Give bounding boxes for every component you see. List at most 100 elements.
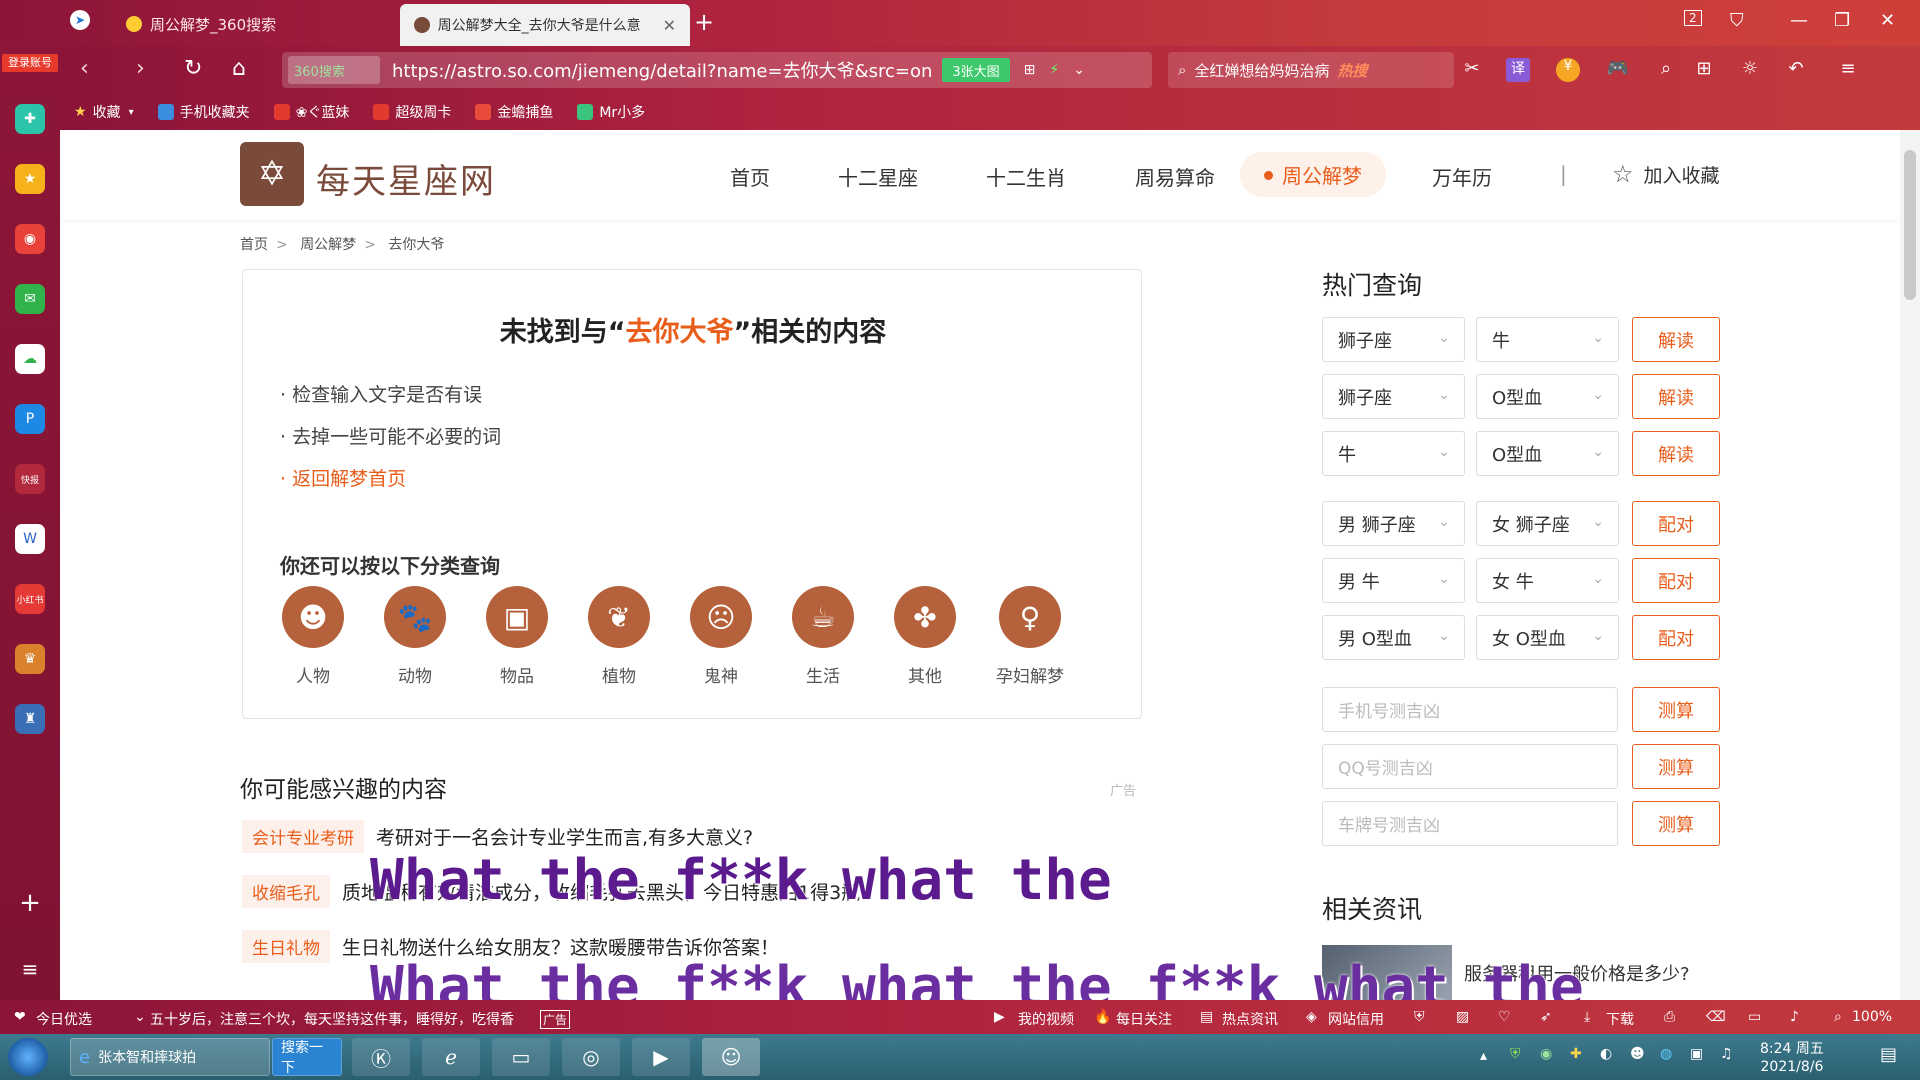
select-sign-a[interactable]: 狮子座 ⌄ — [1322, 317, 1465, 362]
red-app-icon[interactable]: 小红书 — [15, 584, 45, 614]
close-window-icon[interactable]: ✕ — [1880, 10, 1895, 31]
ticker-text[interactable]: 五十岁后，注意三个坎，每天坚持这件事，睡得好，吃得香 — [150, 1009, 514, 1029]
taskbar-search-button[interactable]: 搜索一下 — [272, 1038, 342, 1076]
select-blood-b[interactable]: O型血 ⌄ — [1476, 431, 1619, 476]
select-female-animal[interactable]: 女 牛 ⌄ — [1476, 558, 1619, 603]
interpret-button[interactable]: 解读 — [1632, 317, 1720, 362]
360-browser-icon[interactable]: ◎ — [562, 1038, 620, 1076]
login-account-button[interactable]: 登录账号 — [2, 54, 58, 72]
favorites-star-icon[interactable]: ★ — [15, 164, 45, 194]
site-credit-link[interactable]: 网站信用 — [1328, 1009, 1384, 1029]
images-badge[interactable]: 3张大图 — [942, 58, 1010, 82]
word-doc-icon[interactable]: W — [15, 524, 45, 554]
game-taskbar-icon[interactable]: ☺ — [702, 1038, 760, 1076]
tab-360-search[interactable]: 周公解梦_360搜索 — [112, 4, 290, 44]
select-male-sign[interactable]: 男 狮子座 ⌄ — [1322, 501, 1465, 546]
weibo-icon[interactable]: ◉ — [15, 224, 45, 254]
nav-home[interactable]: 首页 — [730, 162, 770, 191]
back-to-dream-home-link[interactable]: · 返回解梦首页 — [280, 464, 406, 491]
category-other[interactable]: ✤ 其他 — [880, 586, 970, 687]
category-ghost[interactable]: ☹ 鬼神 — [676, 586, 766, 687]
add-icon[interactable]: + — [15, 888, 45, 918]
bookmark-fishing[interactable]: 金蟾捕鱼 — [475, 102, 553, 122]
new-tab-button[interactable]: + — [694, 10, 714, 34]
nav-zodiac[interactable]: 十二星座 — [838, 162, 918, 191]
scrollbar-thumb[interactable] — [1904, 150, 1916, 300]
forward-icon[interactable]: › — [136, 56, 145, 81]
calculate-button[interactable]: 测算 — [1632, 744, 1720, 789]
clean-icon[interactable]: ⌫ — [1706, 1009, 1726, 1025]
tray-chat-icon[interactable]: ☻ — [1630, 1046, 1645, 1062]
apps-grid-icon[interactable]: ⊞ — [1692, 58, 1716, 82]
tray-360-icon[interactable]: ◉ — [1540, 1046, 1552, 1062]
tray-expand-icon[interactable]: ▴ — [1480, 1048, 1487, 1064]
gamepad-icon[interactable]: 🎮 — [1606, 58, 1630, 82]
close-icon[interactable]: ✕ — [663, 16, 676, 35]
select-blood-b[interactable]: O型血 ⌄ — [1476, 374, 1619, 419]
hot-news-link[interactable]: 热点资讯 — [1222, 1009, 1278, 1029]
notification-icon[interactable]: ▤ — [1880, 1044, 1897, 1065]
bookmark-bluemei[interactable]: ❀ぐ蓝妹 — [273, 102, 349, 122]
sound-icon[interactable]: ♪ — [1790, 1009, 1799, 1025]
coin-icon[interactable]: ¥ — [1556, 58, 1580, 82]
system-clock[interactable]: 8:24 周五 2021/8/6 — [1760, 1040, 1824, 1076]
game2-app-icon[interactable]: ♜ — [15, 704, 45, 734]
url-text[interactable]: https://astro.so.com/jiemeng/detail?name… — [392, 57, 932, 83]
menu-list-icon[interactable]: ≡ — [15, 954, 45, 984]
category-plant[interactable]: ❦ 植物 — [574, 586, 664, 687]
nav-dream[interactable]: 周公解梦 — [1240, 152, 1386, 197]
grid-icon[interactable]: ⊞ — [1024, 62, 1036, 78]
video-player-icon[interactable]: ▶ — [632, 1038, 690, 1076]
select-male-blood[interactable]: 男 O型血 ⌄ — [1322, 615, 1465, 660]
nav-fortune[interactable]: 周易算命 — [1135, 162, 1215, 191]
select-animal-a[interactable]: 牛 ⌄ — [1322, 431, 1465, 476]
magnifier-icon[interactable]: ⌕ — [1654, 58, 1678, 82]
tray-app-icon[interactable]: ◐ — [1600, 1046, 1612, 1062]
site-logo-icon[interactable]: ✡ — [240, 142, 304, 206]
category-animal[interactable]: 🐾 动物 — [370, 586, 460, 687]
site-name[interactable]: 每天星座网 — [316, 154, 496, 203]
add-favorite-button[interactable]: ☆ 加入收藏 — [1612, 160, 1720, 188]
news-app-icon[interactable]: 快报 — [15, 464, 45, 494]
start-button[interactable] — [8, 1038, 48, 1076]
download-link[interactable]: 下载 — [1606, 1009, 1634, 1029]
interpret-button[interactable]: 解读 — [1632, 431, 1720, 476]
bookmark-favorites[interactable]: ★ 收藏 ▾ — [74, 102, 134, 122]
tab-count-badge[interactable]: 2 — [1684, 10, 1702, 26]
window-icon[interactable]: ▭ — [1748, 1009, 1761, 1025]
match-button[interactable]: 配对 — [1632, 501, 1720, 546]
today-picks-link[interactable]: 今日优选 — [36, 1009, 92, 1029]
tab-dream-detail[interactable]: 周公解梦大全_去你大爷是什么意 ✕ — [400, 4, 690, 46]
bookmark-mrxiaoduo[interactable]: Mr小多 — [577, 102, 645, 122]
mail-icon[interactable]: ✉ — [15, 284, 45, 314]
calculate-button[interactable]: 测算 — [1632, 687, 1720, 732]
category-pregnant[interactable]: ♀ 孕妇解梦 — [985, 586, 1075, 687]
lightning-icon[interactable]: ⚡ — [1049, 62, 1059, 78]
category-item[interactable]: ▣ 物品 — [472, 586, 562, 687]
select-sign-a[interactable]: 狮子座 ⌄ — [1322, 374, 1465, 419]
game-app-icon[interactable]: ♛ — [15, 644, 45, 674]
print-icon[interactable]: ⎙ — [1664, 1009, 1675, 1025]
volume-icon[interactable]: ♫ — [1720, 1046, 1733, 1062]
select-female-blood[interactable]: 女 O型血 ⌄ — [1476, 615, 1619, 660]
bookmark-super-card[interactable]: 超级周卡 — [373, 102, 451, 122]
qq-fortune-input[interactable]: QQ号测吉凶 — [1322, 744, 1618, 789]
image-icon[interactable]: ▨ — [1456, 1009, 1469, 1025]
plate-fortune-input[interactable]: 车牌号测吉凶 — [1322, 801, 1618, 846]
category-person[interactable]: ☻ 人物 — [268, 586, 358, 687]
ie-browser-icon[interactable]: ℯ — [422, 1038, 480, 1076]
category-life[interactable]: ☕ 生活 — [778, 586, 868, 687]
breadcrumb-home[interactable]: 首页 — [240, 237, 268, 253]
minimize-icon[interactable]: — — [1790, 10, 1808, 31]
phone-fortune-input[interactable]: 手机号测吉凶 — [1322, 687, 1618, 732]
folder-icon[interactable]: ▭ — [492, 1038, 550, 1076]
tray-shield-icon[interactable]: ⛨ — [1510, 1046, 1521, 1062]
menu-icon[interactable]: ≡ — [1836, 58, 1860, 82]
translate-icon[interactable]: 译 — [1506, 58, 1530, 82]
select-female-sign[interactable]: 女 狮子座 ⌄ — [1476, 501, 1619, 546]
nav-chinese-zodiac[interactable]: 十二生肖 — [986, 162, 1066, 191]
shirt-skin-icon[interactable]: ⛉ — [1730, 10, 1744, 31]
heartbeat-icon[interactable]: ♡ — [1498, 1009, 1511, 1025]
rocket-icon[interactable]: ➶ — [1540, 1009, 1552, 1025]
brightness-icon[interactable]: ☼ — [1738, 58, 1762, 82]
